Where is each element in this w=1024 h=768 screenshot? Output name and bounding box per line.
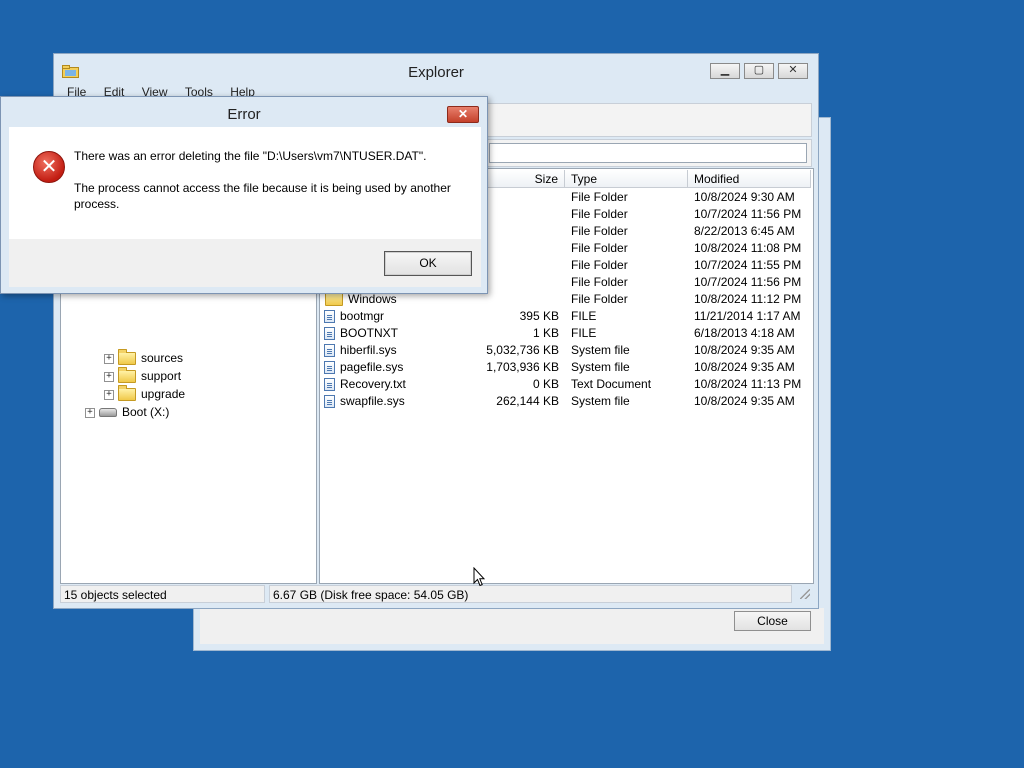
tree-item-boot-drive[interactable]: + Boot (X:) [85, 403, 169, 421]
file-modified-cell: 11/21/2014 1:17 AM [694, 309, 801, 323]
window-title: Explorer [408, 64, 464, 81]
drive-icon [99, 408, 117, 418]
file-size-cell: 1,703,936 KB [486, 360, 559, 374]
file-name: Windows [348, 292, 397, 306]
minimize-icon: ▁ [720, 64, 730, 76]
table-row[interactable]: hiberfil.sys 5,032,736 KB System file 10/8/… [320, 342, 811, 359]
file-type-cell: File Folder [571, 224, 628, 238]
status-disk-space: 6.67 GB (Disk free space: 54.05 GB) [269, 585, 792, 603]
file-modified-cell: 10/7/2024 11:56 PM [694, 207, 802, 221]
close-button[interactable]: Close [734, 611, 811, 631]
error-dialog: Error ✕ ✕ There was an error deleting th… [0, 96, 488, 294]
error-icon: ✕ [33, 151, 65, 183]
folder-icon [118, 385, 136, 402]
dialog-footer: OK [9, 239, 481, 287]
file-size-cell: 0 KB [532, 377, 559, 391]
file-modified-cell: 10/8/2024 9:30 AM [694, 190, 795, 204]
file-type-cell: System file [571, 394, 630, 408]
file-type-cell: File Folder [571, 275, 628, 289]
file-type-cell: Text Document [571, 377, 652, 391]
table-row[interactable]: BOOTNXT 1 KB FILE 6/18/2013 4:18 AM [320, 325, 811, 342]
file-modified-cell: 10/8/2024 9:35 AM [694, 360, 795, 374]
file-modified-cell: 10/8/2024 11:08 PM [694, 241, 802, 255]
expand-icon[interactable]: + [104, 353, 114, 364]
resize-grip-icon[interactable] [800, 589, 810, 599]
table-row[interactable]: pagefile.sys 1,703,936 KB System file 10/8/… [320, 359, 811, 376]
dialog-body: ✕ There was an error deleting the file "… [9, 127, 481, 239]
table-row[interactable]: Recovery.txt 0 KB Text Document 10/8/2024 1… [320, 376, 811, 393]
file-type-cell: System file [571, 360, 630, 374]
error-message: There was an error deleting the file "D:… [74, 149, 427, 163]
tree-item-support[interactable]: + support [104, 367, 181, 385]
background-window-footer [200, 608, 824, 644]
expand-icon[interactable]: + [85, 407, 95, 418]
file-modified-cell: 10/7/2024 11:56 PM [694, 275, 802, 289]
ok-button[interactable]: OK [384, 251, 472, 276]
file-size-cell: 395 KB [519, 309, 559, 323]
close-icon: ✕ [457, 107, 469, 121]
file-type-cell: File Folder [571, 241, 628, 255]
maximize-icon: ▢ [753, 64, 765, 76]
file-type-cell: File Folder [571, 258, 628, 272]
folder-icon [118, 349, 136, 366]
file-modified-cell: 10/8/2024 11:13 PM [694, 377, 802, 391]
file-type-cell: FILE [571, 309, 597, 323]
file-modified-cell: 10/8/2024 11:12 PM [694, 292, 802, 306]
file-type-cell: FILE [571, 326, 597, 340]
column-header-type[interactable]: Type [565, 170, 688, 188]
file-modified-cell: 8/22/2013 6:45 AM [694, 224, 795, 238]
file-size-cell: 262,144 KB [496, 394, 559, 408]
expand-icon[interactable]: + [104, 389, 114, 400]
tree-item-label: support [141, 369, 182, 383]
folder-icon [325, 290, 343, 307]
file-modified-cell: 10/8/2024 9:35 AM [694, 394, 795, 408]
close-icon: ✕ [788, 64, 798, 76]
status-bar: 15 objects selected 6.67 GB (Disk free s… [60, 585, 812, 603]
file-type-cell: System file [571, 343, 630, 357]
address-input[interactable] [489, 143, 807, 163]
status-selection: 15 objects selected [60, 585, 265, 603]
file-modified-cell: 10/7/2024 11:55 PM [694, 258, 802, 272]
table-row[interactable]: bootmgr 395 KB FILE 11/21/2014 1:17 AM [320, 308, 811, 325]
tree-item-label: Boot (X:) [122, 405, 170, 419]
window-close-button[interactable]: ✕ [778, 63, 808, 79]
tree-item-label: upgrade [141, 387, 186, 401]
mouse-cursor-icon [473, 567, 485, 587]
tree-item-upgrade[interactable]: + upgrade [104, 385, 185, 403]
file-type-cell: File Folder [571, 292, 628, 306]
tree-item-sources[interactable]: + sources [104, 349, 183, 367]
file-type-cell: File Folder [571, 190, 628, 204]
table-row[interactable]: swapfile.sys 262,144 KB System file 10/8/20… [320, 393, 811, 410]
dialog-title: Error [227, 106, 261, 123]
column-header-modified[interactable]: Modified [688, 170, 811, 188]
expand-icon[interactable]: + [104, 371, 114, 382]
maximize-button[interactable]: ▢ [744, 63, 774, 79]
file-type-cell: File Folder [571, 207, 628, 221]
file-size-cell: 5,032,736 KB [486, 343, 559, 357]
folder-icon [118, 367, 136, 384]
dialog-close-button[interactable]: ✕ [447, 106, 479, 123]
file-size-cell: 1 KB [532, 326, 559, 340]
file-modified-cell: 10/8/2024 9:35 AM [694, 343, 795, 357]
tree-item-label: sources [141, 351, 184, 365]
file-modified-cell: 6/18/2013 4:18 AM [694, 326, 795, 340]
error-detail: The process cannot access the file becau… [74, 181, 451, 211]
minimize-button[interactable]: ▁ [710, 63, 740, 79]
